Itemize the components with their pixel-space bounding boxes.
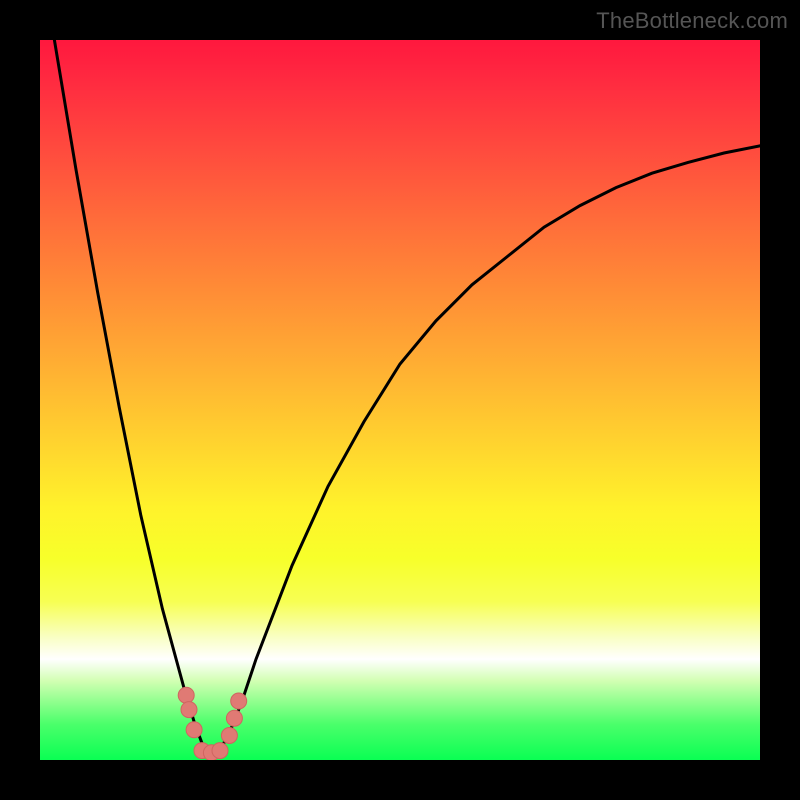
curve-marker [221, 728, 237, 744]
curve-marker [186, 722, 202, 738]
curve-marker [181, 702, 197, 718]
curve-marker [226, 710, 242, 726]
watermark-text: TheBottleneck.com [596, 8, 788, 34]
curve-marker [178, 687, 194, 703]
curve-marker [212, 743, 228, 759]
curve-markers [178, 687, 247, 760]
plot-area [40, 40, 760, 760]
curve-marker [231, 693, 247, 709]
chart-frame: TheBottleneck.com [0, 0, 800, 800]
curve-layer [40, 40, 760, 760]
bottleneck-curve [54, 40, 760, 753]
